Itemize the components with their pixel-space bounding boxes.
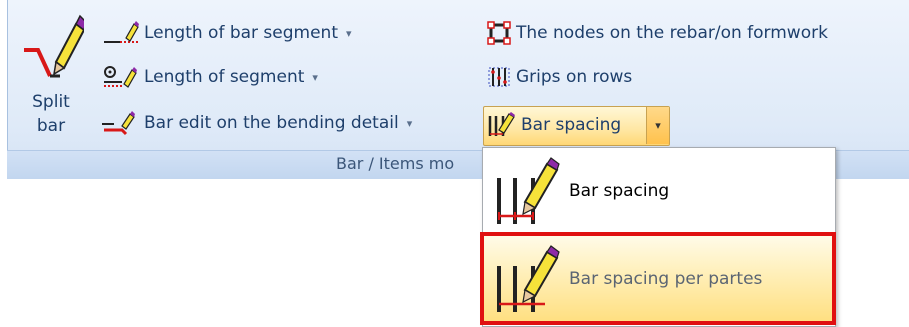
length-of-bar-segment-dropdown-icon[interactable]: ▾ <box>346 27 352 40</box>
split-bar-icon <box>20 6 87 86</box>
grips-icon <box>486 64 512 90</box>
bar-spacing-icon <box>487 112 517 138</box>
menu-item-label: Bar spacing <box>569 181 670 201</box>
length-of-segment-label: Length of segment <box>144 67 305 87</box>
nodes-on-rebar-button[interactable]: The nodes on the rebar/on formwork <box>486 20 828 46</box>
split-bar-button[interactable]: Split bar <box>16 6 87 146</box>
menu-item-bar-spacing[interactable]: Bar spacing <box>483 148 833 234</box>
menu-item-bar-spacing-per-partes[interactable]: Bar spacing per partes <box>483 236 833 322</box>
length-of-segment-dropdown-icon[interactable]: ▾ <box>312 71 318 84</box>
length-of-bar-segment-label: Length of bar segment <box>144 23 338 43</box>
split-bar-label-1: Split <box>32 92 70 112</box>
length-of-bar-segment-button[interactable]: Length of bar segment ▾ <box>100 20 352 46</box>
menu-item-label: Bar spacing per partes <box>569 269 763 289</box>
bar-spacing-dropdown-arrow[interactable]: ▾ <box>646 107 669 144</box>
bar-spacing-menu: Bar spacing Bar spacing per partes <box>482 147 836 327</box>
bar-edit-bending-dropdown-icon[interactable]: ▾ <box>407 117 413 130</box>
bar-spacing-label: Bar spacing <box>521 115 622 135</box>
grips-on-rows-button[interactable]: Grips on rows <box>486 64 632 90</box>
segment-length-icon <box>100 64 140 90</box>
bar-spacing-large-icon <box>493 156 563 228</box>
nodes-on-rebar-label: The nodes on the rebar/on formwork <box>516 23 828 43</box>
bar-segment-length-icon <box>100 20 140 46</box>
length-of-segment-button[interactable]: Length of segment ▾ <box>100 64 318 90</box>
grips-on-rows-label: Grips on rows <box>516 67 633 87</box>
bar-edit-bending-detail-label: Bar edit on the bending detail <box>144 113 399 133</box>
bar-spacing-button-content[interactable]: Bar spacing <box>487 112 621 138</box>
bar-spacing-per-partes-icon <box>493 244 563 316</box>
ribbon-group-title: Bar / Items mo <box>336 154 455 173</box>
split-bar-label-2: bar <box>36 116 66 136</box>
bar-edit-bending-icon <box>100 110 140 136</box>
bar-edit-bending-detail-button[interactable]: Bar edit on the bending detail ▾ <box>100 110 412 136</box>
nodes-icon <box>486 20 512 46</box>
